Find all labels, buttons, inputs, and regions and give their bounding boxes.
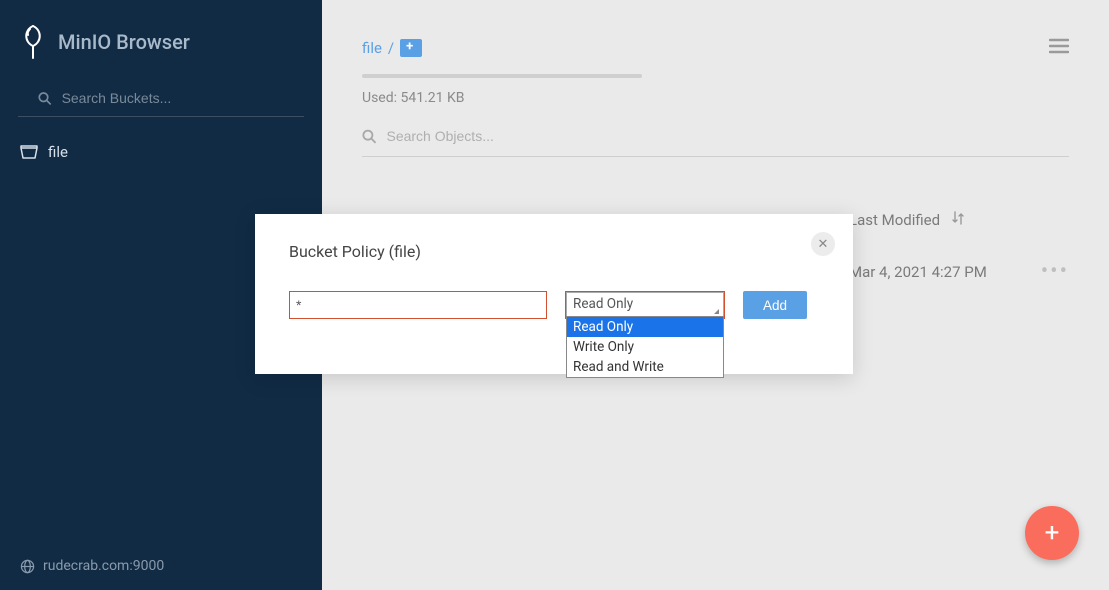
bucket-policy-modal: ✕ Bucket Policy (file) Read Only Read On…: [255, 214, 853, 374]
close-icon: ✕: [818, 237, 829, 252]
plus-icon: +: [1045, 518, 1060, 548]
fab-add[interactable]: +: [1025, 506, 1079, 560]
usage-bar: [362, 74, 642, 78]
bucket-icon: [20, 145, 38, 159]
host-label: rudecrab.com:9000: [43, 558, 164, 574]
topbar: file /: [362, 38, 1069, 58]
add-button[interactable]: Add: [743, 291, 807, 319]
search-objects-input[interactable]: [386, 128, 1069, 144]
modal-row: Read Only Read Only Write Only Read and …: [289, 291, 819, 319]
option-read-only[interactable]: Read Only: [567, 317, 723, 337]
cell-modified: Mar 4, 2021 4:27 PM: [849, 263, 1029, 281]
col-modified-label: Last Modified: [849, 211, 940, 229]
search-objects[interactable]: [362, 114, 1069, 157]
sidebar-header: MinIO Browser: [0, 0, 322, 80]
usage-text: Used: 541.21 KB: [362, 90, 1069, 106]
minio-logo-icon: [20, 24, 46, 60]
globe-icon: [20, 559, 35, 574]
search-icon: [362, 129, 376, 144]
menu-button[interactable]: [1049, 38, 1069, 58]
policy-dropdown: Read Only Write Only Read and Write: [566, 316, 724, 378]
policy-select-value[interactable]: Read Only: [566, 292, 724, 318]
breadcrumb: file /: [362, 39, 422, 57]
breadcrumb-bucket[interactable]: file: [362, 39, 382, 57]
policy-select[interactable]: Read Only Read Only Write Only Read and …: [565, 291, 725, 319]
prefix-input[interactable]: [289, 291, 547, 319]
col-modified[interactable]: Last Modified: [849, 211, 1029, 229]
modal-title: Bucket Policy (file): [289, 242, 819, 261]
sidebar-footer: rudecrab.com:9000: [0, 542, 322, 590]
breadcrumb-separator: /: [388, 39, 394, 57]
col-actions: [1029, 211, 1069, 229]
option-read-and-write[interactable]: Read and Write: [567, 357, 723, 377]
sort-icon[interactable]: [952, 211, 964, 229]
sidebar-item-file[interactable]: file: [0, 131, 322, 173]
search-icon: [38, 91, 52, 106]
app-title: MinIO Browser: [58, 30, 190, 54]
option-write-only[interactable]: Write Only: [567, 337, 723, 357]
search-buckets-input[interactable]: [62, 90, 284, 106]
search-buckets[interactable]: [18, 80, 304, 117]
hamburger-icon: [1049, 38, 1069, 54]
add-folder-icon[interactable]: [400, 39, 422, 57]
bucket-label: file: [48, 143, 68, 161]
modal-close-button[interactable]: ✕: [811, 232, 835, 256]
row-more-icon[interactable]: •••: [1041, 259, 1069, 284]
